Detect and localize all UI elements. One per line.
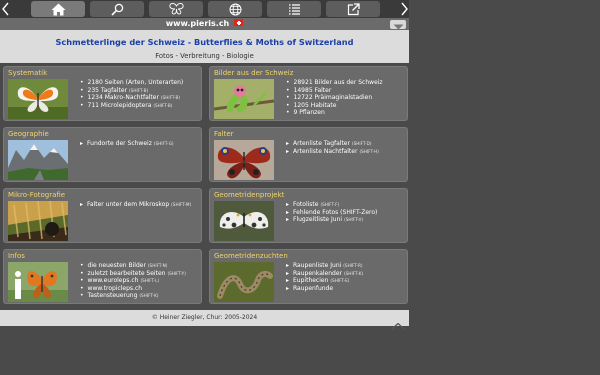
scroll-top-button[interactable] <box>391 315 405 334</box>
list-item: 9 Pflanzen <box>286 109 383 117</box>
bilder-list: 28921 Bilder aus der Schweiz 14985 Falte… <box>286 79 383 117</box>
list-item[interactable]: 235 Tagfalter(SHIFT-B) <box>80 87 185 95</box>
home-button[interactable] <box>31 1 85 17</box>
title-band: Schmetterlinge der Schweiz - Butterflies… <box>0 30 409 63</box>
list-item[interactable]: 711 Microlepidoptera(SHIFT-B) <box>80 102 185 110</box>
geographie-list: Fundorte der Schweiz(SHIFT-G) <box>80 140 174 148</box>
list-item[interactable]: Fehlende Fotos (SHIFT-Zero) <box>286 209 377 217</box>
panel-title: Bilder aus der Schweiz <box>214 69 294 77</box>
mountain-landscape-image[interactable] <box>8 140 68 180</box>
list-item[interactable]: Raupenliste Juni(SHIFT-R) <box>286 262 363 270</box>
geometridenzuchten-list: Raupenliste Juni(SHIFT-R) Raupenkalender… <box>286 262 363 292</box>
list-item[interactable]: Flugzeitliste Juni(SHIFT-V) <box>286 216 377 224</box>
peacock-butterfly-image[interactable] <box>214 140 274 180</box>
panel-title: Geometridenzuchten <box>214 252 288 260</box>
panel-geometridenprojekt[interactable]: Geometridenprojekt Fotoliste(SHIFT-F) Fe… <box>209 188 408 243</box>
inchworm-caterpillar-image[interactable] <box>214 262 274 302</box>
list-item: 14985 Falter <box>286 87 383 95</box>
list-item[interactable]: 2180 Seiten (Arten, Unterarten) <box>80 79 185 87</box>
list-item[interactable]: www.tropicleps.ch <box>80 285 186 293</box>
top-toolbar <box>0 0 409 18</box>
panel-geographie[interactable]: Geographie Fundorte der Schweiz(SHIFT-G) <box>3 127 202 182</box>
list-item[interactable]: die neuesten Bilder(SHIFT-N) <box>80 262 186 270</box>
mikro-list: Falter unter dem Mikroskop(SHIFT-M) <box>80 201 191 209</box>
list-item[interactable]: zuletzt bearbeitete Seiten(SHIFT-Y) <box>80 270 186 278</box>
panel-falter[interactable]: Falter Artenliste Tagfalter(SHIFT-D) Art… <box>209 127 408 182</box>
page-subtitle: Fotos - Verbreitung - Biologie <box>155 52 254 60</box>
wing-scales-micro-image[interactable] <box>8 201 68 241</box>
search-button[interactable] <box>90 1 144 17</box>
list-button[interactable] <box>267 1 321 17</box>
list-item[interactable]: www.euroleps.ch(SHIFT-L) <box>80 277 186 285</box>
info-butterfly-image[interactable] <box>8 262 68 302</box>
orange-tip-butterfly-image[interactable] <box>8 79 68 119</box>
species-button[interactable] <box>149 1 203 17</box>
list-item[interactable]: Fotoliste(SHIFT-F) <box>286 201 377 209</box>
panel-bilder[interactable]: Bilder aus der Schweiz 28921 Bilder aus … <box>209 66 408 121</box>
list-item[interactable]: Raupenkalender(SHIFT-K) <box>286 270 363 278</box>
systematik-list: 2180 Seiten (Arten, Unterarten) 235 Tagf… <box>80 79 185 109</box>
infos-list: die neuesten Bilder(SHIFT-N) zuletzt bea… <box>80 262 186 300</box>
caterpillar-image[interactable] <box>214 79 274 119</box>
butterfly-icon <box>168 3 184 15</box>
panel-geometridenzuchten[interactable]: Geometridenzuchten Raupenliste Juni(SHIF… <box>209 249 408 304</box>
panel-title: Infos <box>8 252 25 260</box>
panel-title: Falter <box>214 130 234 138</box>
search-icon <box>110 3 124 16</box>
list-item[interactable]: Tastensteuerung(SHIFT-K) <box>80 292 186 300</box>
geometrid-moth-image[interactable] <box>214 201 274 241</box>
site-domain[interactable]: www.pieris.ch <box>166 19 230 28</box>
list-item[interactable]: Raupenfunde <box>286 285 363 293</box>
site-domain-bar: www.pieris.ch <box>0 18 409 30</box>
panel-title: Geographie <box>8 130 49 138</box>
globe-button[interactable] <box>208 1 262 17</box>
page-title: Schmetterlinge der Schweiz - Butterflies… <box>55 37 354 47</box>
open-external-button[interactable] <box>326 1 380 17</box>
copyright-text: © Heiner Ziegler, Chur: 2005-2024 <box>151 314 258 321</box>
list-item: 1205 Habitate <box>286 102 383 110</box>
panel-mikro[interactable]: Mikro-Fotografie Falter unter dem Mikros… <box>3 188 202 243</box>
list-item[interactable]: Eupithecien(SHIFT-E) <box>286 277 363 285</box>
globe-icon <box>229 3 242 16</box>
geometridenprojekt-list: Fotoliste(SHIFT-F) Fehlende Fotos (SHIFT… <box>286 201 377 224</box>
list-icon <box>288 3 301 15</box>
list-item[interactable]: Falter unter dem Mikroskop(SHIFT-M) <box>80 201 191 209</box>
panel-systematik[interactable]: Systematik 2180 Seiten (Arten, Unterarte… <box>3 66 202 121</box>
chevron-up-icon <box>391 315 405 334</box>
list-item[interactable]: Artenliste Tagfalter(SHIFT-D) <box>286 140 379 148</box>
list-item: 28921 Bilder aus der Schweiz <box>286 79 383 87</box>
page: www.pieris.ch Schmetterlinge der Schweiz… <box>0 0 409 375</box>
swiss-flag-icon <box>234 19 244 26</box>
list-item[interactable]: Fundorte der Schweiz(SHIFT-G) <box>80 140 174 148</box>
panel-title: Mikro-Fotografie <box>8 191 66 199</box>
panel-title: Systematik <box>8 69 48 77</box>
list-item[interactable]: Artenliste Nachtfalter(SHIFT-H) <box>286 148 379 156</box>
open-external-icon <box>347 2 360 16</box>
panel-title: Geometridenprojekt <box>214 191 285 199</box>
list-item: 12722 Präimaginalstadien <box>286 94 383 102</box>
prev-arrow-icon[interactable] <box>0 0 10 18</box>
footer: © Heiner Ziegler, Chur: 2005-2024 <box>0 310 409 326</box>
falter-list: Artenliste Tagfalter(SHIFT-D) Artenliste… <box>286 140 379 155</box>
panel-infos[interactable]: Infos die neuesten Bilder(SHIFT-N) zulet… <box>3 249 202 304</box>
menu-toggle-button[interactable] <box>390 20 406 30</box>
home-icon <box>51 3 66 16</box>
list-item[interactable]: 1234 Makro-Nachtfalter(SHIFT-B) <box>80 94 185 102</box>
